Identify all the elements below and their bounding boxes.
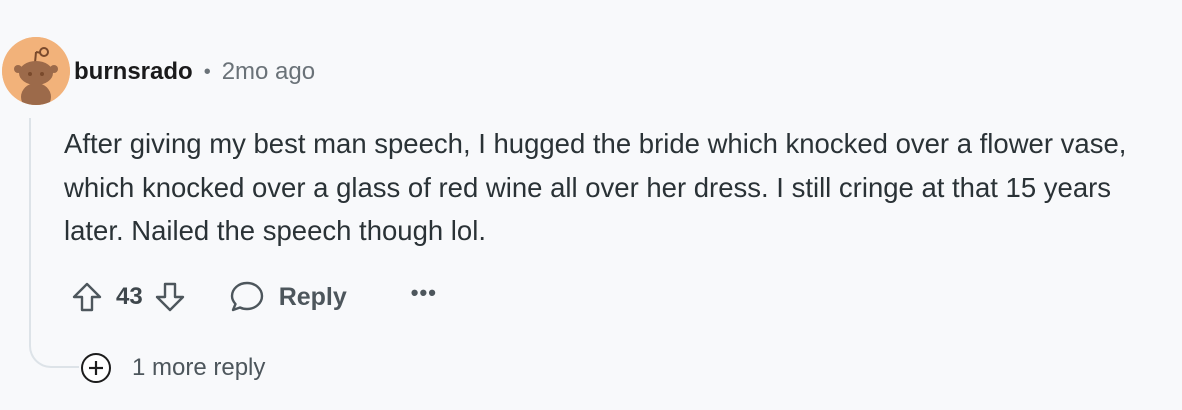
vote-count: 43 bbox=[116, 283, 143, 310]
avatar[interactable] bbox=[2, 37, 70, 105]
reply-button[interactable]: Reply bbox=[229, 280, 347, 314]
downvote-arrow-icon bbox=[155, 282, 184, 312]
upvote-arrow-icon bbox=[72, 282, 102, 312]
snoo-avatar-icon bbox=[2, 37, 70, 105]
comment-header: burnsrado • 2mo ago bbox=[74, 56, 315, 88]
comment-actions: 43 Reply ••• bbox=[70, 274, 437, 320]
upvote-button[interactable] bbox=[70, 280, 104, 314]
reply-label: Reply bbox=[278, 282, 347, 311]
plus-circle-icon bbox=[80, 352, 112, 384]
more-options-button[interactable]: ••• bbox=[411, 280, 437, 306]
separator-dot: • bbox=[203, 60, 211, 83]
username[interactable]: burnsrado bbox=[74, 58, 193, 86]
downvote-button[interactable] bbox=[153, 280, 187, 314]
speech-bubble-icon bbox=[230, 281, 263, 312]
timestamp[interactable]: 2mo ago bbox=[222, 58, 315, 86]
more-replies-link[interactable]: 1 more reply bbox=[80, 350, 265, 386]
comment: burnsrado • 2mo ago After giving my best… bbox=[0, 0, 1182, 410]
more-replies-label: 1 more reply bbox=[132, 354, 266, 381]
comment-body: After giving my best man speech, I hugge… bbox=[64, 128, 1127, 246]
